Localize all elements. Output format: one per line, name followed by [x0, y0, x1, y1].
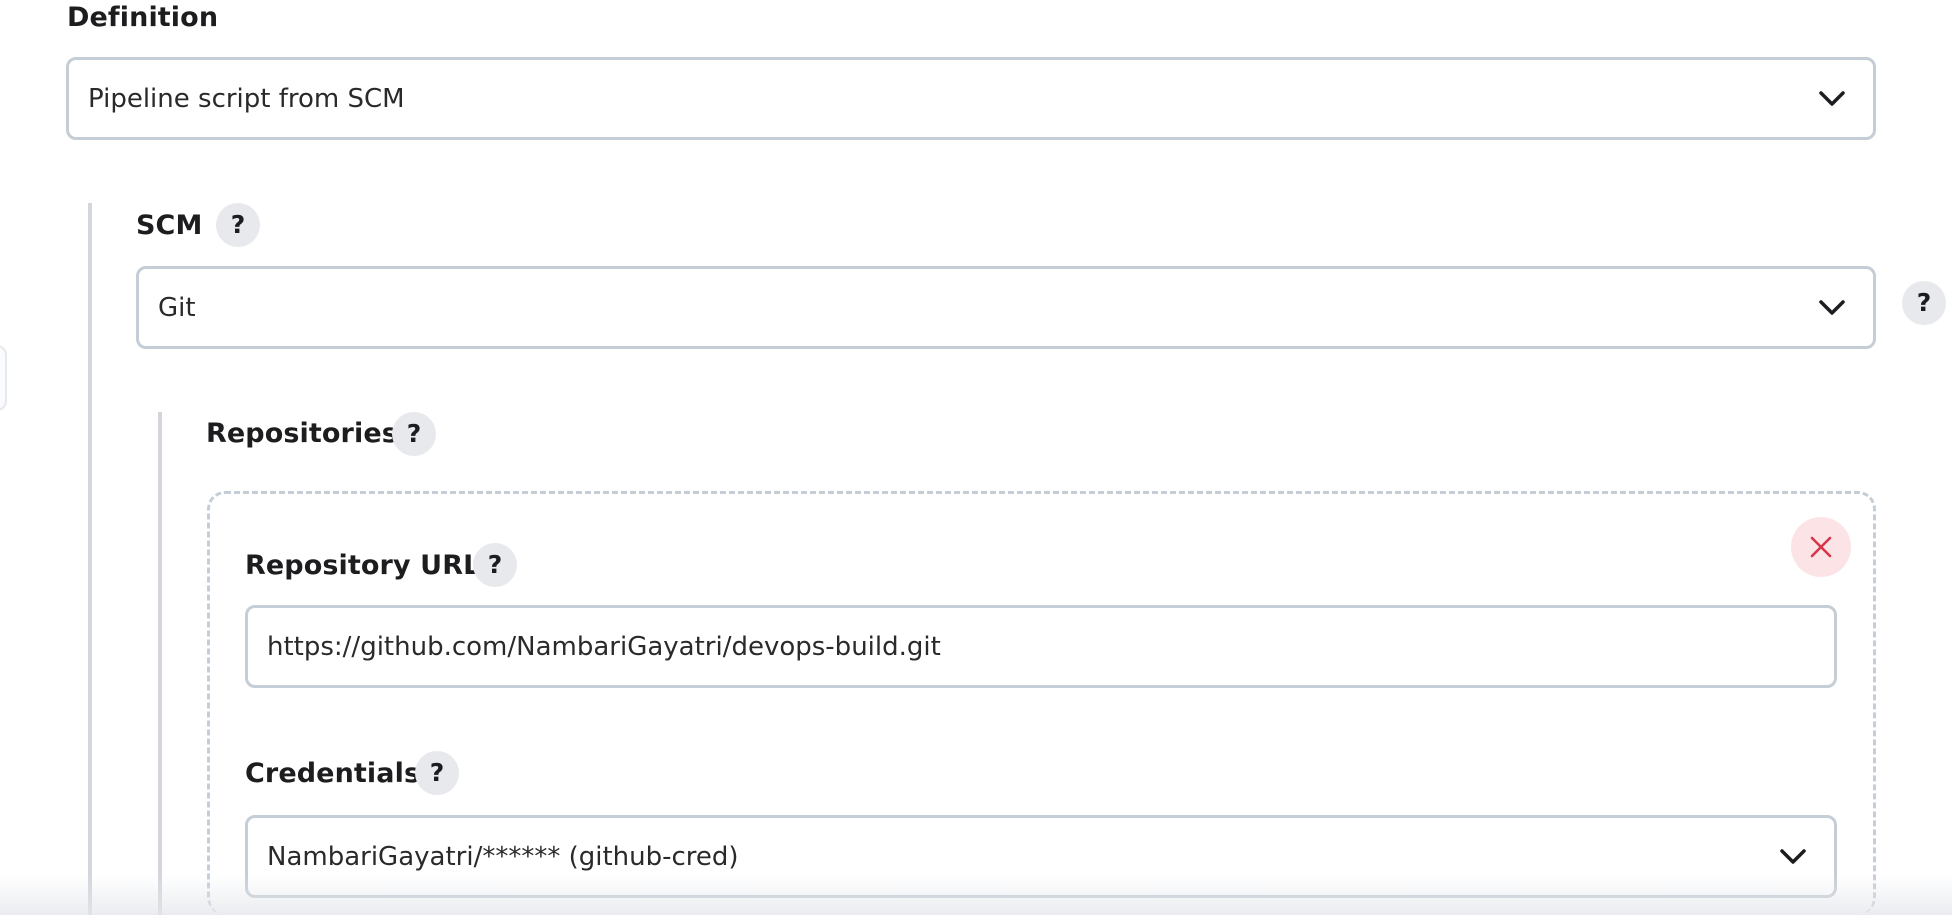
scm-side-help-icon[interactable]: ?	[1902, 281, 1946, 325]
chevron-down-icon	[1780, 848, 1806, 864]
repository-url-label: Repository URL	[245, 550, 481, 581]
credentials-selected-value: NambariGayatri/****** (github-cred)	[267, 841, 739, 872]
scm-label: SCM	[136, 210, 203, 241]
repositories-help-icon[interactable]: ?	[392, 412, 436, 456]
scm-help-icon[interactable]: ?	[216, 203, 260, 247]
definition-selected-value: Pipeline script from SCM	[88, 83, 405, 114]
definition-label: Definition	[67, 2, 219, 33]
definition-select[interactable]: Pipeline script from SCM	[66, 57, 1876, 140]
delete-repository-button[interactable]	[1791, 517, 1851, 577]
credentials-label: Credentials	[245, 758, 421, 789]
scm-select[interactable]: Git	[136, 266, 1876, 349]
chevron-down-icon	[1819, 299, 1845, 315]
repositories-label: Repositories	[206, 418, 398, 449]
scm-section-rail	[88, 203, 92, 915]
collapsed-panel-edge	[0, 345, 7, 411]
credentials-select[interactable]: NambariGayatri/****** (github-cred)	[245, 815, 1837, 898]
repository-url-help-icon[interactable]: ?	[473, 543, 517, 587]
repository-url-input[interactable]: https://github.com/NambariGayatri/devops…	[245, 605, 1837, 688]
close-icon	[1810, 536, 1832, 558]
repository-url-value: https://github.com/NambariGayatri/devops…	[267, 631, 941, 662]
credentials-help-icon[interactable]: ?	[415, 751, 459, 795]
scm-selected-value: Git	[158, 292, 196, 323]
repositories-section-rail	[158, 412, 162, 915]
chevron-down-icon	[1819, 90, 1845, 106]
